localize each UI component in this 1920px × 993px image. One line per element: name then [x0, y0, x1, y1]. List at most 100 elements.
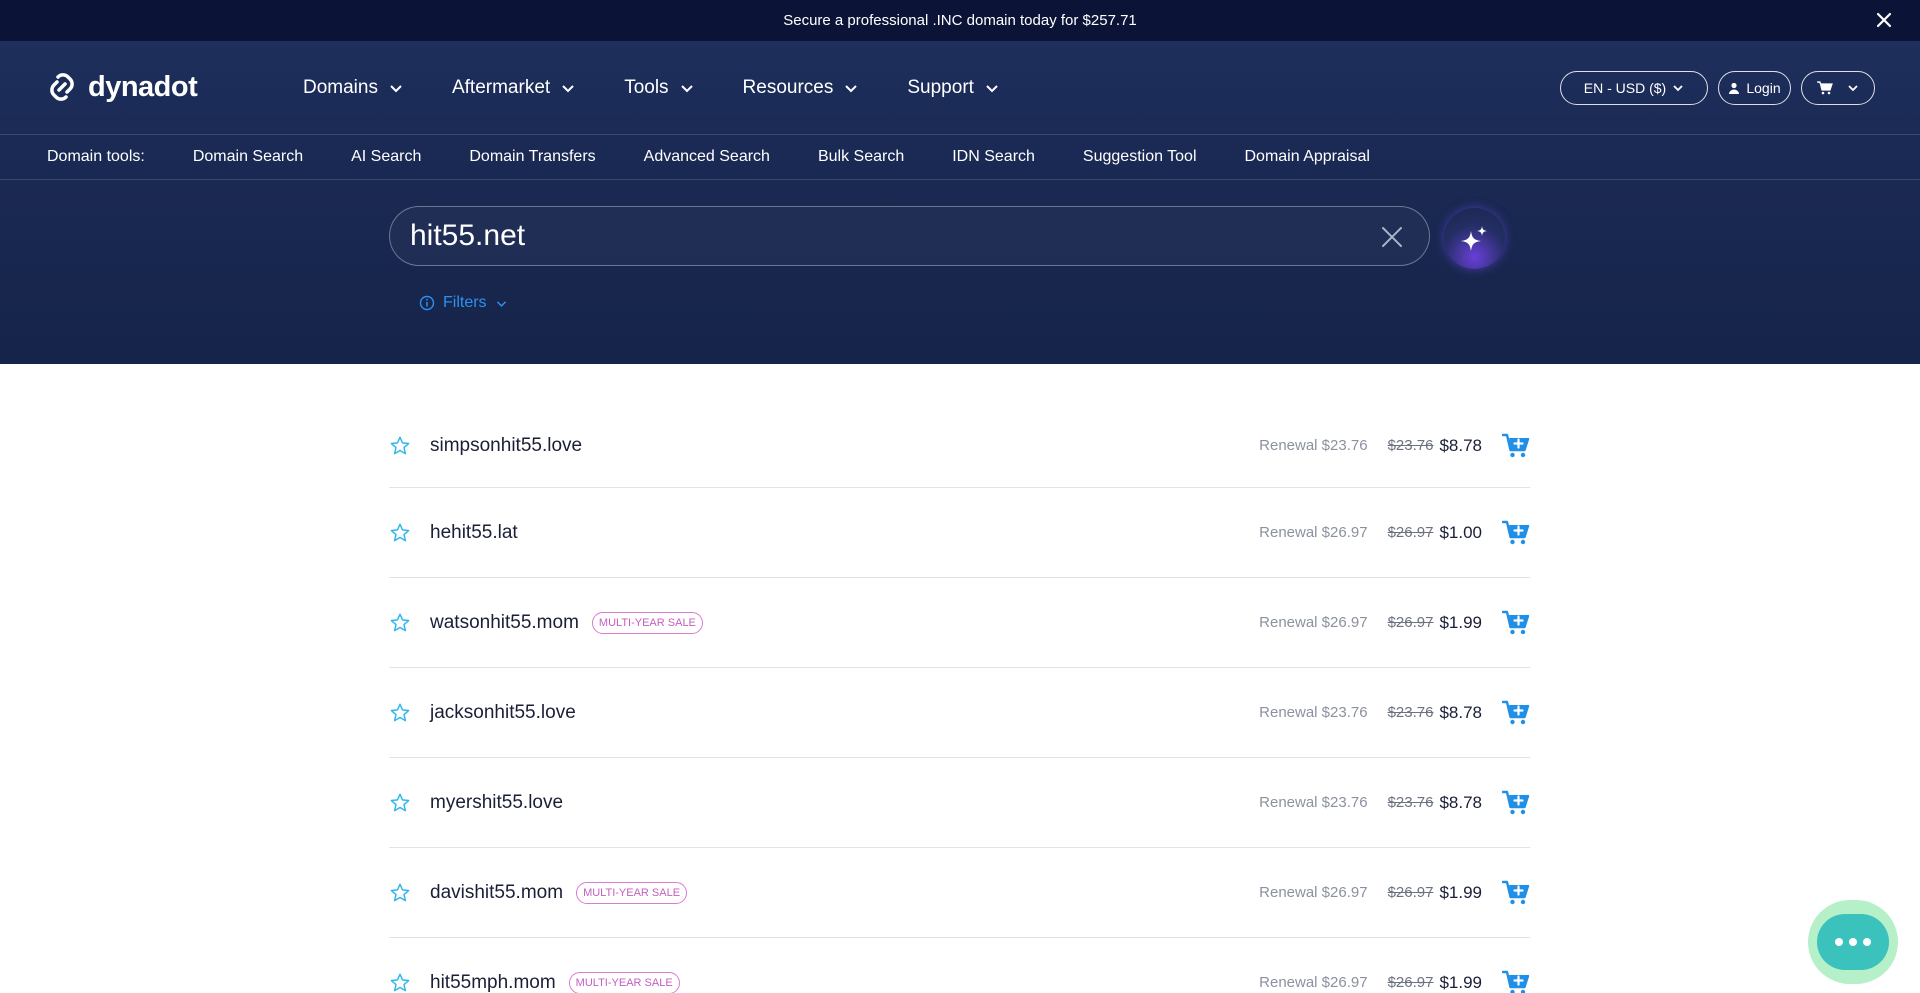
sale-price: $8.78 [1439, 792, 1482, 812]
menu-tools[interactable]: Tools [624, 77, 694, 99]
filters-label: Filters [443, 294, 487, 311]
domain-name[interactable]: hehit55.lat [430, 522, 518, 544]
tool-bulk-search[interactable]: Bulk Search [818, 148, 904, 166]
tool-domain-appraisal[interactable]: Domain Appraisal [1245, 148, 1370, 166]
menu-resources[interactable]: Resources [743, 77, 860, 99]
chat-icon [1817, 914, 1889, 970]
chevron-down-icon [1848, 85, 1858, 92]
star-icon[interactable] [389, 792, 411, 814]
sale-price: $8.78 [1439, 702, 1482, 722]
result-row: jacksonhit55.love Renewal $23.76 $23.76 … [389, 668, 1530, 758]
result-row: davishit55.mom MULTI-YEAR SALE Renewal $… [389, 848, 1530, 938]
price-area: Renewal $23.76 $23.76 $8.78 [1259, 432, 1530, 460]
login-button[interactable]: Login [1718, 71, 1791, 105]
domain-tools-bar: Domain tools: Domain Search AI Search Do… [0, 135, 1920, 180]
add-to-cart-icon[interactable] [1502, 969, 1530, 993]
top-navigation: dynadot Domains Aftermarket Tools Resour… [0, 41, 1920, 135]
filters-toggle[interactable]: Filters [419, 294, 508, 312]
menu-support[interactable]: Support [907, 77, 1000, 99]
price-area: Renewal $26.97 $26.97 $1.99 [1259, 969, 1530, 993]
star-icon[interactable] [389, 972, 411, 993]
account-controls: EN - USD ($) Login [1560, 71, 1875, 105]
menu-label: Aftermarket [451, 77, 551, 98]
chevron-down-icon [562, 85, 574, 93]
cart-button[interactable] [1801, 71, 1875, 105]
domain-name[interactable]: simpsonhit55.love [430, 435, 582, 457]
chevron-down-icon [680, 85, 693, 93]
star-icon[interactable] [389, 435, 411, 457]
menu-label: Tools [624, 77, 669, 98]
domain-name[interactable]: watsonhit55.mom [430, 612, 579, 634]
add-to-cart-icon[interactable] [1502, 609, 1530, 637]
chevron-down-icon [496, 300, 506, 307]
chevron-down-icon [390, 85, 402, 93]
add-to-cart-icon[interactable] [1502, 789, 1530, 817]
add-to-cart-icon[interactable] [1502, 519, 1530, 547]
price-area: Renewal $26.97 $26.97 $1.00 [1259, 519, 1530, 547]
promo-banner: Secure a professional .INC domain today … [0, 0, 1920, 41]
cart-icon [1817, 81, 1833, 95]
tool-suggestion-tool[interactable]: Suggestion Tool [1083, 148, 1197, 166]
sparkle-icon [1460, 225, 1487, 251]
chat-widget-button[interactable] [1808, 900, 1898, 984]
multi-year-sale-badge: MULTI-YEAR SALE [576, 881, 688, 904]
renewal-price: Renewal $26.97 [1259, 614, 1368, 631]
language-currency-label: EN - USD ($) [1583, 80, 1667, 96]
original-price: $23.76 [1387, 704, 1434, 721]
result-row: watsonhit55.mom MULTI-YEAR SALE Renewal … [389, 578, 1530, 668]
close-icon[interactable] [1874, 10, 1894, 30]
language-currency-selector[interactable]: EN - USD ($) [1560, 71, 1708, 105]
tool-idn-search[interactable]: IDN Search [952, 148, 1035, 166]
sale-price: $1.99 [1439, 612, 1482, 632]
promo-text: Secure a professional .INC domain today … [783, 12, 1137, 29]
multi-year-sale-badge: MULTI-YEAR SALE [591, 611, 703, 634]
domain-name[interactable]: myershit55.love [430, 792, 563, 814]
add-to-cart-icon[interactable] [1502, 699, 1530, 727]
tool-domain-transfers[interactable]: Domain Transfers [469, 148, 595, 166]
price-area: Renewal $23.76 $23.76 $8.78 [1259, 699, 1530, 727]
star-icon[interactable] [389, 882, 411, 904]
result-row: myershit55.love Renewal $23.76 $23.76 $8… [389, 758, 1530, 848]
ai-search-button[interactable] [1444, 208, 1505, 269]
user-icon [1729, 82, 1740, 94]
domain-name[interactable]: davishit55.mom [430, 882, 563, 904]
menu-aftermarket[interactable]: Aftermarket [452, 77, 576, 99]
price-area: Renewal $26.97 $26.97 $1.99 [1259, 879, 1530, 907]
multi-year-sale-badge: MULTI-YEAR SALE [568, 971, 680, 993]
result-row: simpsonhit55.love Renewal $23.76 $23.76 … [389, 404, 1530, 488]
domain-search-box [389, 206, 1430, 266]
search-input[interactable] [410, 207, 1350, 265]
original-price: $23.76 [1387, 437, 1434, 454]
clear-icon[interactable] [1381, 226, 1403, 248]
star-icon[interactable] [389, 522, 411, 544]
add-to-cart-icon[interactable] [1502, 879, 1530, 907]
chevron-down-icon [986, 85, 998, 93]
original-price: $26.97 [1387, 524, 1434, 541]
hero-header: dynadot Domains Aftermarket Tools Resour… [0, 41, 1920, 364]
login-label: Login [1746, 80, 1781, 96]
sale-price: $1.00 [1439, 522, 1482, 542]
original-price: $23.76 [1387, 794, 1434, 811]
domain-name[interactable]: jacksonhit55.love [430, 702, 576, 724]
star-icon[interactable] [389, 702, 411, 724]
sale-price: $1.99 [1439, 882, 1482, 902]
add-to-cart-icon[interactable] [1502, 432, 1530, 460]
tool-advanced-search[interactable]: Advanced Search [644, 148, 770, 166]
chevron-down-icon [845, 85, 858, 93]
renewal-price: Renewal $23.76 [1259, 794, 1368, 811]
star-icon[interactable] [389, 612, 411, 634]
result-row: hit55mph.mom MULTI-YEAR SALE Renewal $26… [389, 938, 1530, 993]
renewal-price: Renewal $26.97 [1259, 884, 1368, 901]
brand-logo[interactable]: dynadot [44, 69, 198, 105]
logo-icon [50, 73, 74, 101]
renewal-price: Renewal $23.76 [1259, 704, 1368, 721]
tool-ai-search[interactable]: AI Search [351, 148, 421, 166]
brand-name: dynadot [88, 70, 198, 103]
tool-domain-search[interactable]: Domain Search [193, 148, 303, 166]
price-area: Renewal $26.97 $26.97 $1.99 [1259, 609, 1530, 637]
domain-name[interactable]: hit55mph.mom [430, 972, 556, 993]
sale-price: $1.99 [1439, 972, 1482, 992]
search-results-list: simpsonhit55.love Renewal $23.76 $23.76 … [389, 404, 1530, 993]
renewal-price: Renewal $23.76 [1259, 437, 1368, 454]
menu-domains[interactable]: Domains [303, 77, 404, 99]
